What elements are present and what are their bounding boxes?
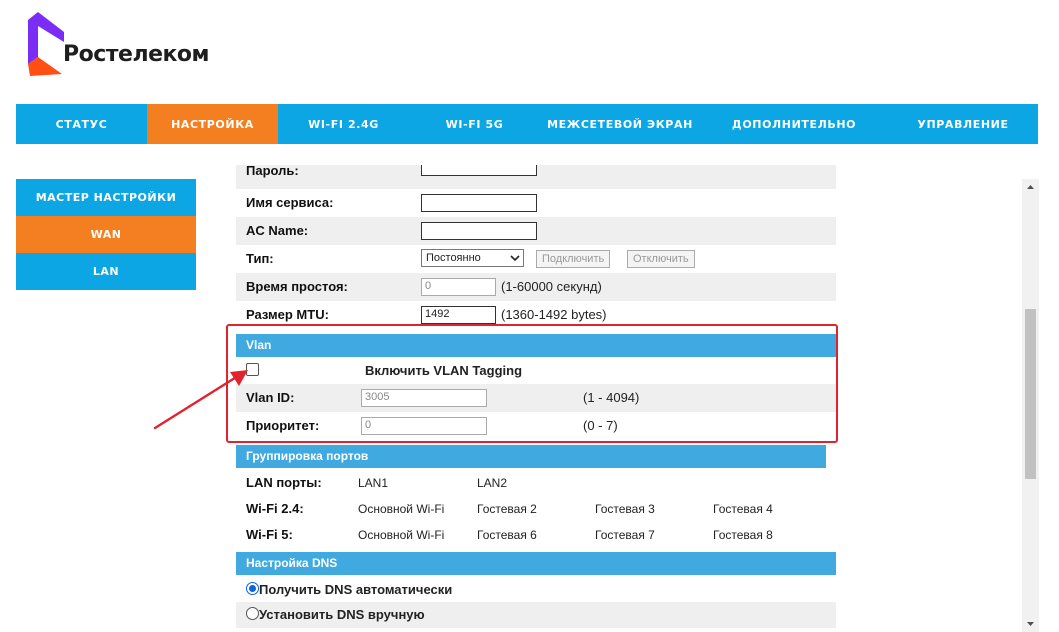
port-lan2[interactable]: LAN2 <box>477 476 507 490</box>
annotation-arrow-icon <box>153 370 248 430</box>
idle-time-input[interactable]: 0 <box>421 278 496 296</box>
port-wifi5-main[interactable]: Основной Wi-Fi <box>358 528 444 542</box>
port-wifi24-main[interactable]: Основной Wi-Fi <box>358 502 444 516</box>
connection-type-value: Постоянно <box>426 252 481 264</box>
connect-button[interactable]: Подключить <box>536 250 611 268</box>
rostelecom-logo: Ростелеком <box>28 12 228 78</box>
logo-mark-icon <box>28 12 64 76</box>
dns-auto-radio[interactable] <box>246 582 259 595</box>
mtu-input[interactable]: 1492 <box>421 306 496 324</box>
wifi24-label: Wi-Fi 2.4: <box>246 501 304 516</box>
tab-firewall[interactable]: МЕЖСЕТЕВОЙ ЭКРАН <box>540 104 700 144</box>
tab-wifi-24g[interactable]: WI-FI 2.4G <box>278 104 409 144</box>
tab-settings[interactable]: НАСТРОЙКА <box>147 104 278 144</box>
password-input[interactable] <box>421 165 537 176</box>
wifi5-label: Wi-Fi 5: <box>246 527 293 542</box>
tab-advanced[interactable]: ДОПОЛНИТЕЛЬНО <box>700 104 888 144</box>
idle-time-row: Время простоя: 0 (1-60000 секунд) <box>236 273 836 301</box>
idle-time-label: Время простоя: <box>246 279 348 294</box>
sidebar-item-setup-wizard[interactable]: МАСТЕР НАСТРОЙКИ <box>16 179 196 216</box>
content-scrollbar[interactable] <box>1022 179 1039 632</box>
scroll-thumb[interactable] <box>1025 309 1036 479</box>
scroll-down-icon[interactable] <box>1022 615 1039 632</box>
dns-manual-row: Установить DNS вручную <box>236 602 836 628</box>
dns-auto-row: Получить DNS автоматически <box>236 576 836 602</box>
dns-auto-label: Получить DNS автоматически <box>259 582 453 597</box>
sidebar-item-lan[interactable]: LAN <box>16 253 196 290</box>
service-name-label: Имя сервиса: <box>246 195 334 210</box>
port-wifi24-guest3[interactable]: Гостевая 3 <box>595 502 655 516</box>
dns-section-header: Настройка DNS <box>236 552 836 575</box>
ac-name-input[interactable] <box>421 222 537 240</box>
ac-name-label: AC Name: <box>246 223 309 238</box>
tab-wifi-5g[interactable]: WI-FI 5G <box>409 104 540 144</box>
port-grouping-header: Группировка портов <box>236 445 826 468</box>
connection-type-row: Тип: Постоянно Подключить Отключить <box>236 245 836 273</box>
disconnect-button[interactable]: Отключить <box>627 250 695 268</box>
lan-ports-label: LAN порты: <box>246 475 322 490</box>
service-name-row: Имя сервиса: <box>236 189 836 217</box>
password-row: Пароль: <box>236 165 836 189</box>
dns-manual-label: Установить DNS вручную <box>259 607 425 622</box>
port-wifi5-guest8[interactable]: Гостевая 8 <box>713 528 773 542</box>
brand-name: Ростелеком <box>63 42 210 67</box>
port-wifi24-guest2[interactable]: Гостевая 2 <box>477 502 537 516</box>
sidebar: МАСТЕР НАСТРОЙКИ WAN LAN <box>16 179 196 290</box>
tab-status[interactable]: СТАТУС <box>16 104 147 144</box>
service-name-input[interactable] <box>421 194 537 212</box>
top-navigation: СТАТУС НАСТРОЙКА WI-FI 2.4G WI-FI 5G МЕЖ… <box>16 104 1038 144</box>
connection-type-label: Тип: <box>246 251 274 266</box>
chevron-down-icon <box>510 255 520 262</box>
port-wifi24-guest4[interactable]: Гостевая 4 <box>713 502 773 516</box>
dns-manual-radio[interactable] <box>246 607 259 620</box>
mtu-hint: (1360-1492 bytes) <box>501 307 607 322</box>
connection-type-select[interactable]: Постоянно <box>421 249 524 267</box>
vlan-highlight-box <box>226 324 838 443</box>
scroll-up-icon[interactable] <box>1022 179 1039 196</box>
sidebar-item-wan[interactable]: WAN <box>16 216 196 253</box>
ac-name-row: AC Name: <box>236 217 836 245</box>
port-lan1[interactable]: LAN1 <box>358 476 388 490</box>
password-label: Пароль: <box>246 165 299 178</box>
tab-management[interactable]: УПРАВЛЕНИЕ <box>888 104 1038 144</box>
idle-time-hint: (1-60000 секунд) <box>501 279 602 294</box>
port-wifi5-guest7[interactable]: Гостевая 7 <box>595 528 655 542</box>
port-wifi5-guest6[interactable]: Гостевая 6 <box>477 528 537 542</box>
